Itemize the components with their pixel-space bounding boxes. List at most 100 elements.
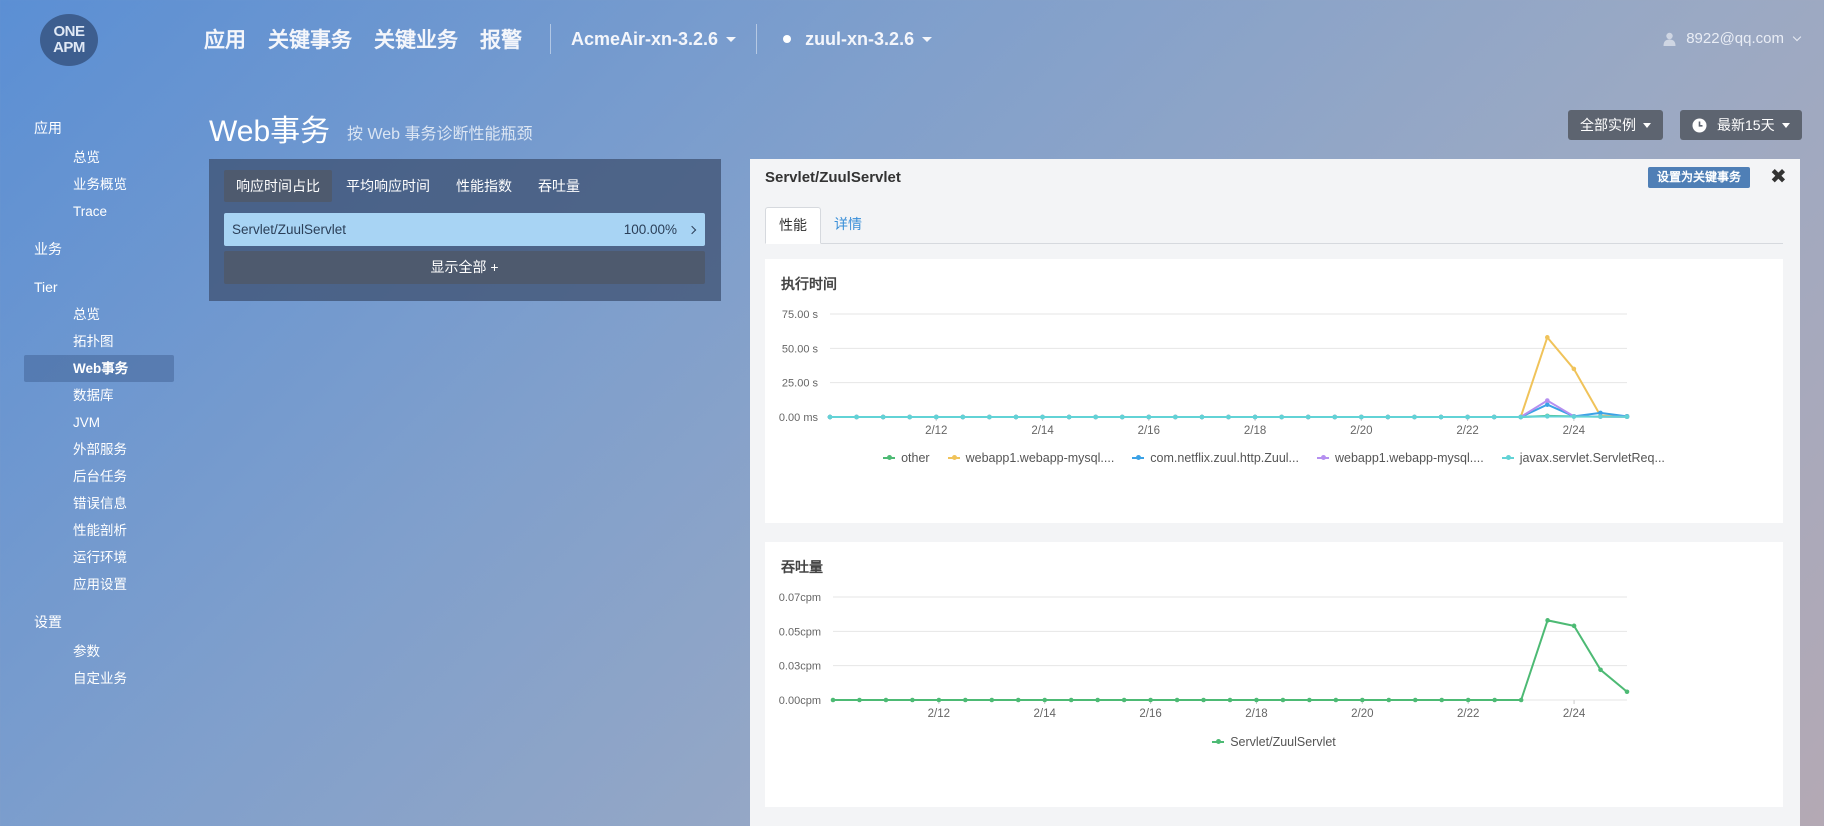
data-point[interactable]: [1571, 414, 1577, 419]
data-point[interactable]: [1598, 414, 1603, 419]
data-point[interactable]: [1545, 402, 1550, 407]
sidebar-item-environment[interactable]: 运行环境: [24, 544, 174, 571]
data-point[interactable]: [1093, 414, 1098, 420]
data-point[interactable]: [1146, 414, 1152, 420]
tab-response-time-share[interactable]: 响应时间占比: [224, 170, 332, 202]
sidebar-item-custom-business[interactable]: 自定业务: [24, 665, 174, 692]
tab-apdex[interactable]: 性能指数: [444, 170, 524, 202]
legend-item[interactable]: webapp1.webapp-mysql....: [947, 451, 1114, 465]
nav-item-key-transactions[interactable]: 关键事务: [268, 24, 352, 54]
data-point[interactable]: [1307, 697, 1312, 703]
sidebar-item-trace[interactable]: Trace: [24, 198, 174, 225]
data-point[interactable]: [1571, 623, 1577, 629]
data-point[interactable]: [1066, 414, 1072, 420]
sidebar-item-app-settings[interactable]: 应用设置: [24, 571, 174, 598]
data-point[interactable]: [1360, 697, 1365, 703]
data-point[interactable]: [1226, 414, 1231, 420]
legend-item[interactable]: webapp1.webapp-mysql....: [1316, 451, 1484, 465]
data-point[interactable]: [960, 414, 966, 420]
data-point[interactable]: [1545, 618, 1550, 623]
nav-item-key-business[interactable]: 关键业务: [374, 24, 458, 54]
legend-item[interactable]: Servlet/ZuulServlet: [1212, 735, 1336, 749]
sidebar-group-business[interactable]: 业务: [24, 233, 174, 265]
sidebar-item-jvm[interactable]: JVM: [24, 409, 174, 436]
data-point[interactable]: [1492, 697, 1497, 703]
data-point[interactable]: [854, 414, 859, 420]
data-point[interactable]: [1042, 697, 1048, 703]
data-point[interactable]: [1545, 398, 1550, 403]
sidebar-item-parameters[interactable]: 参数: [24, 638, 174, 665]
data-point[interactable]: [1624, 414, 1630, 420]
data-point[interactable]: [1598, 667, 1603, 673]
data-point[interactable]: [1095, 697, 1100, 703]
series-line[interactable]: [833, 619, 1628, 701]
sidebar-item-tier-overview[interactable]: 总览: [24, 301, 174, 328]
data-point[interactable]: [1412, 414, 1417, 420]
data-point[interactable]: [1227, 697, 1233, 703]
sidebar-item-profiling[interactable]: 性能剖析: [24, 517, 174, 544]
data-point[interactable]: [1252, 414, 1258, 420]
sidebar-group-tier[interactable]: Tier: [24, 273, 174, 301]
data-point[interactable]: [883, 697, 889, 703]
sidebar-group-settings[interactable]: 设置: [24, 606, 174, 638]
legend-item[interactable]: javax.servlet.ServletReq...: [1501, 451, 1665, 465]
sidebar-group-app[interactable]: 应用: [24, 112, 174, 144]
data-point[interactable]: [1545, 335, 1550, 340]
data-point[interactable]: [880, 414, 886, 420]
data-point[interactable]: [1040, 414, 1045, 420]
data-point[interactable]: [1439, 697, 1445, 703]
data-point[interactable]: [1571, 366, 1577, 372]
data-point[interactable]: [963, 697, 968, 703]
data-point[interactable]: [1412, 697, 1418, 703]
data-point[interactable]: [1174, 697, 1180, 703]
data-point[interactable]: [1013, 414, 1019, 420]
data-point[interactable]: [1385, 414, 1391, 420]
data-point[interactable]: [857, 697, 862, 703]
brand-logo[interactable]: ONE APM: [40, 14, 98, 66]
data-point[interactable]: [989, 697, 995, 703]
data-point[interactable]: [1199, 414, 1205, 420]
data-point[interactable]: [910, 697, 915, 703]
sidebar-item-topology[interactable]: 拓扑图: [24, 328, 174, 355]
data-point[interactable]: [933, 414, 939, 420]
data-point[interactable]: [827, 414, 833, 420]
instances-dropdown[interactable]: 全部实例: [1568, 110, 1663, 140]
tab-throughput[interactable]: 吞吐量: [526, 170, 592, 202]
data-point[interactable]: [1119, 414, 1125, 420]
data-point[interactable]: [1305, 414, 1311, 420]
data-point[interactable]: [1438, 414, 1444, 420]
sidebar-item-overview[interactable]: 总览: [24, 144, 174, 171]
data-point[interactable]: [1121, 697, 1127, 703]
transaction-row[interactable]: Servlet/ZuulServlet 100.00%: [224, 213, 705, 246]
data-point[interactable]: [830, 697, 836, 703]
data-point[interactable]: [1333, 697, 1339, 703]
data-point[interactable]: [1280, 697, 1286, 703]
data-point[interactable]: [1332, 414, 1338, 420]
data-point[interactable]: [1491, 414, 1497, 420]
data-point[interactable]: [1254, 697, 1259, 703]
tab-details[interactable]: 详情: [821, 207, 875, 244]
data-point[interactable]: [1359, 414, 1364, 420]
time-range-dropdown[interactable]: 最新15天: [1680, 110, 1802, 140]
data-point[interactable]: [1624, 689, 1630, 695]
tab-avg-response-time[interactable]: 平均响应时间: [334, 170, 442, 202]
sidebar-item-external-services[interactable]: 外部服务: [24, 436, 174, 463]
series-line[interactable]: [830, 399, 1628, 418]
tab-performance[interactable]: 性能: [765, 207, 821, 244]
series-line[interactable]: [830, 335, 1628, 418]
legend-item[interactable]: com.netflix.zuul.http.Zuul...: [1132, 451, 1299, 465]
data-point[interactable]: [936, 697, 942, 703]
data-point[interactable]: [907, 414, 912, 420]
data-point[interactable]: [1465, 414, 1470, 420]
data-point[interactable]: [1518, 414, 1524, 420]
data-point[interactable]: [1201, 697, 1206, 703]
legend-item[interactable]: other: [883, 451, 930, 465]
nav-item-alerts[interactable]: 报警: [480, 24, 522, 54]
show-all-button[interactable]: 显示全部 +: [224, 251, 705, 284]
app-selector[interactable]: AcmeAir-xn-3.2.6: [571, 29, 737, 50]
data-point[interactable]: [1015, 697, 1021, 703]
sidebar-item-background-tasks[interactable]: 后台任务: [24, 463, 174, 490]
data-point[interactable]: [1545, 414, 1550, 419]
data-point[interactable]: [1148, 697, 1153, 703]
nav-item-apps[interactable]: 应用: [204, 24, 246, 54]
